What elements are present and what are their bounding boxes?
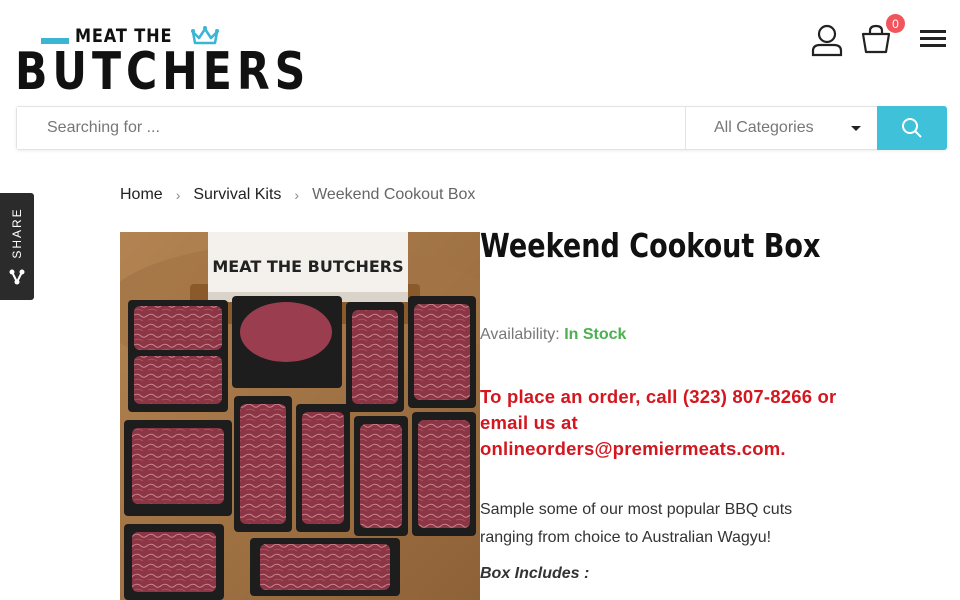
search-button[interactable] <box>877 106 947 150</box>
logo-wordmark: BUTCHERS <box>15 42 311 102</box>
cart-count-badge: 0 <box>886 14 905 33</box>
breadcrumb-home[interactable]: Home <box>120 186 163 204</box>
category-select-value: All Categories <box>714 119 814 136</box>
chevron-right-icon: › <box>294 187 300 203</box>
menu-icon[interactable] <box>918 26 948 50</box>
breadcrumb-survival-kits[interactable]: Survival Kits <box>193 186 281 204</box>
product-image[interactable]: MEAT THE BUTCHERS <box>120 232 480 600</box>
site-logo[interactable]: MEAT THE BUTCHERS <box>15 24 305 98</box>
availability-label: Availability: <box>480 326 560 343</box>
search-icon <box>902 118 922 138</box>
product-image-box-label: MEAT THE BUTCHERS <box>212 257 403 276</box>
product-title: Weekend Cookout Box <box>480 226 821 265</box>
breadcrumb: Home › Survival Kits › Weekend Cookout B… <box>120 186 475 204</box>
caret-down-icon <box>851 126 861 131</box>
category-select[interactable]: All Categories <box>685 107 877 149</box>
share-tab[interactable]: SHARE <box>0 193 34 300</box>
chevron-right-icon: › <box>175 187 181 203</box>
stock-status: In Stock <box>564 326 627 343</box>
share-label: SHARE <box>10 207 24 259</box>
user-icon[interactable] <box>808 22 846 58</box>
share-icon <box>9 269 25 285</box>
search-bar: All Categories <box>16 106 947 150</box>
availability: Availability: In Stock <box>480 326 626 344</box>
order-note: To place an order, call (323) 807-8266 o… <box>480 386 837 459</box>
box-includes-heading: Box Includes : <box>480 565 590 582</box>
breadcrumb-current: Weekend Cookout Box <box>312 186 476 203</box>
search-input[interactable] <box>17 107 685 149</box>
product-description: Sample some of our most popular BBQ cuts… <box>480 501 793 546</box>
